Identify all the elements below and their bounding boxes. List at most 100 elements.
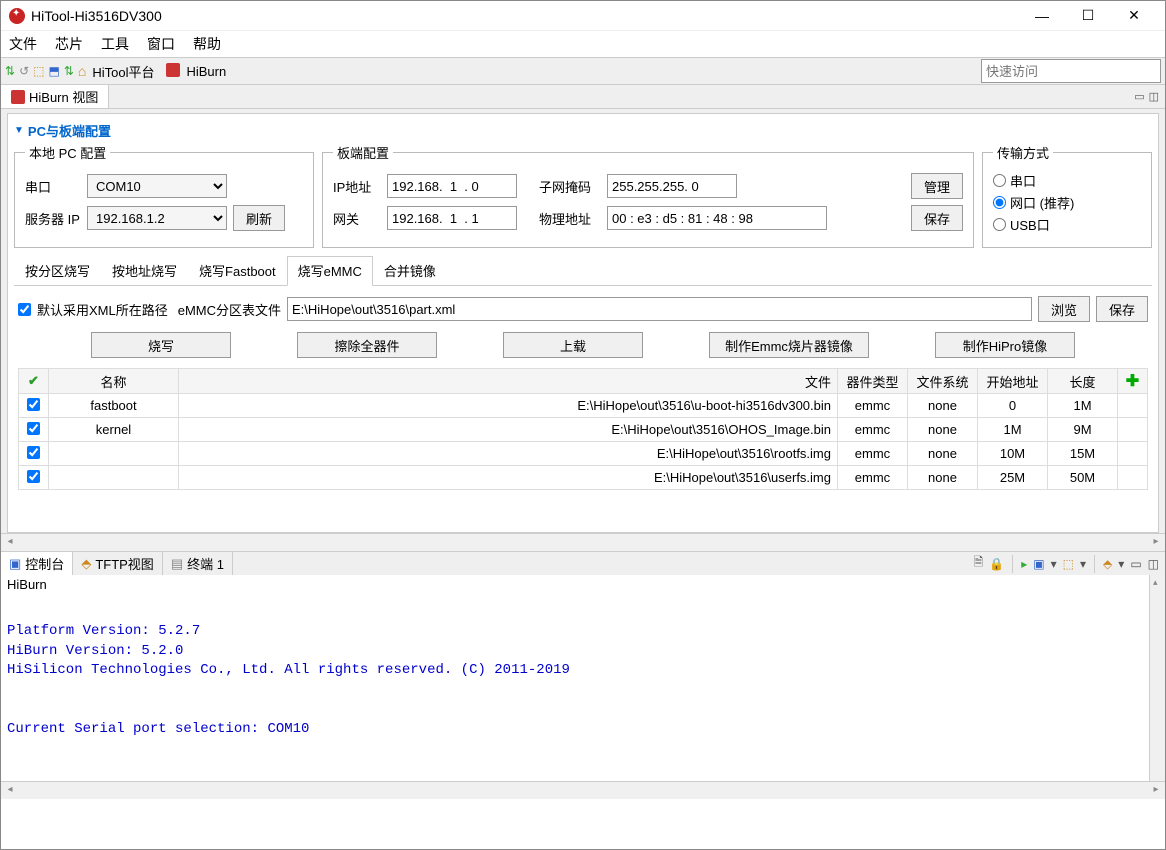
tb-hiburn[interactable]: HiBurn (186, 64, 226, 79)
menu-chip[interactable]: 芯片 (55, 34, 83, 54)
hiburn-tab-icon (11, 90, 25, 104)
tb-hitool-platform[interactable]: HiTool平台 (92, 62, 154, 81)
xml-path-checkbox[interactable] (18, 303, 31, 316)
console-tb-dropdown-2[interactable]: ▾ (1080, 557, 1086, 571)
tab-fastboot[interactable]: 烧写Fastboot (188, 256, 287, 285)
tb-icon-5[interactable]: ⇅ (64, 64, 74, 78)
tab-by-partition[interactable]: 按分区烧写 (14, 256, 101, 285)
inner-panel: ▼ PC与板端配置 本地 PC 配置 串口 COM10 服务器 IP 192.1… (7, 113, 1159, 533)
tb-home-icon[interactable]: ⌂ (78, 63, 86, 79)
table-row[interactable]: kernelE:\HiHope\out\3516\OHOS_Image.bine… (19, 418, 1148, 442)
row-checkbox[interactable] (27, 422, 40, 435)
maximize-view-icon[interactable]: ◫ (1149, 90, 1159, 103)
console-tb-icon-4[interactable]: ▣ (1033, 557, 1044, 571)
board-config-fieldset: 板端配置 IP地址 子网掩码 管理 网关 物理地址 保存 (322, 143, 974, 248)
radio-serial-label: 串口 (1010, 171, 1036, 190)
window-controls: — ☐ ✕ (1019, 1, 1157, 31)
ip-label: IP地址 (333, 177, 381, 196)
bottom-tab-tftp[interactable]: ⬘ TFTP视图 (73, 552, 163, 575)
maximize-button[interactable]: ☐ (1065, 1, 1111, 31)
upload-button[interactable]: 上载 (503, 332, 643, 358)
quick-access (981, 59, 1161, 83)
menu-help[interactable]: 帮助 (193, 34, 221, 54)
console-tb-icon-1[interactable]: 🗎 (974, 553, 984, 574)
emmc-save-button[interactable]: 保存 (1096, 296, 1148, 322)
server-ip-label: 服务器 IP (25, 209, 81, 228)
toolbar: ⇅ ↺ ⬚ ⬒ ⇅ ⌂ HiTool平台 HiBurn (1, 57, 1165, 85)
bottom-tab-terminal[interactable]: ▤ 终端 1 (163, 552, 233, 575)
console-maximize-icon[interactable]: ◫ (1148, 557, 1159, 571)
console-vscroll[interactable] (1149, 575, 1165, 781)
tb-icon-3[interactable]: ⬚ (33, 64, 44, 78)
radio-serial[interactable] (993, 174, 1006, 187)
row-checkbox[interactable] (27, 398, 40, 411)
console-tb-icon-3[interactable]: ▸ (1021, 557, 1027, 571)
serial-label: 串口 (25, 177, 81, 196)
check-all-icon[interactable]: ✔ (28, 373, 39, 388)
manage-button[interactable]: 管理 (911, 173, 963, 199)
minimize-view-icon[interactable]: ▭ (1134, 90, 1144, 103)
radio-usb[interactable] (993, 218, 1006, 231)
console-minimize-icon[interactable]: ▭ (1130, 557, 1141, 571)
section-header-pc-board[interactable]: ▼ PC与板端配置 (14, 118, 1152, 143)
subnet-label: 子网掩码 (539, 177, 601, 196)
bottom-tab-console[interactable]: ▣ 控制台 (1, 552, 73, 575)
mac-input[interactable] (607, 206, 827, 230)
config-row: 本地 PC 配置 串口 COM10 服务器 IP 192.168.1.2 刷新 (14, 143, 1152, 248)
make-hipro-image-button[interactable]: 制作HiPro镜像 (935, 332, 1075, 358)
view-tab-hiburn[interactable]: HiBurn 视图 (1, 85, 109, 108)
make-emmc-image-button[interactable]: 制作Emmc烧片器镜像 (709, 332, 869, 358)
console-tb-dropdown-3[interactable]: ▾ (1118, 557, 1124, 571)
cell-file: E:\HiHope\out\3516\OHOS_Image.bin (179, 418, 838, 442)
view-tabs-bar: HiBurn 视图 ▭ ◫ (1, 85, 1165, 109)
serial-select[interactable]: COM10 (87, 174, 227, 198)
menu-window[interactable]: 窗口 (147, 34, 175, 54)
row-checkbox[interactable] (27, 446, 40, 459)
cell-device-type: emmc (838, 418, 908, 442)
gateway-label: 网关 (333, 209, 381, 228)
console-tb-dropdown-1[interactable]: ▾ (1051, 557, 1057, 571)
table-row[interactable]: E:\HiHope\out\3516\userfs.imgemmcnone25M… (19, 466, 1148, 490)
gateway-input[interactable] (387, 206, 517, 230)
menu-file[interactable]: 文件 (9, 34, 37, 54)
th-file: 文件 (179, 369, 838, 394)
minimize-button[interactable]: — (1019, 1, 1065, 31)
th-length: 长度 (1048, 369, 1118, 394)
cell-actions (1118, 418, 1148, 442)
subnet-input[interactable] (607, 174, 737, 198)
cell-length: 9M (1048, 418, 1118, 442)
row-checkbox[interactable] (27, 470, 40, 483)
burn-button[interactable]: 烧写 (91, 332, 231, 358)
table-row[interactable]: E:\HiHope\out\3516\rootfs.imgemmcnone10M… (19, 442, 1148, 466)
tab-by-address[interactable]: 按地址烧写 (101, 256, 188, 285)
partition-file-input[interactable] (287, 297, 1032, 321)
cell-device-type: emmc (838, 466, 908, 490)
main-hscroll[interactable]: ◂▸ (1, 533, 1165, 551)
tab-merge[interactable]: 合并镜像 (373, 256, 447, 285)
tftp-tab-icon: ⬘ (81, 556, 91, 572)
browse-button[interactable]: 浏览 (1038, 296, 1090, 322)
transfer-legend: 传输方式 (993, 143, 1053, 162)
console-tb-icon-5[interactable]: ⬚ (1063, 557, 1074, 571)
close-button[interactable]: ✕ (1111, 1, 1157, 31)
menu-tools[interactable]: 工具 (101, 34, 129, 54)
radio-network[interactable] (993, 196, 1006, 209)
table-row[interactable]: fastbootE:\HiHope\out\3516\u-boot-hi3516… (19, 394, 1148, 418)
th-name: 名称 (49, 369, 179, 394)
console-tb-icon-2[interactable]: 🔒 (989, 557, 1004, 571)
tb-icon-4[interactable]: ⬒ (48, 64, 59, 78)
console-tb-icon-6[interactable]: ⬘ (1103, 557, 1112, 571)
server-ip-select[interactable]: 192.168.1.2 (87, 206, 227, 230)
refresh-button[interactable]: 刷新 (233, 205, 285, 231)
tb-icon-1[interactable]: ⇅ (5, 64, 15, 78)
add-row-icon[interactable]: ✚ (1126, 373, 1139, 390)
ip-input[interactable] (387, 174, 517, 198)
tb-hiburn-icon (166, 63, 180, 80)
terminal-tab-label: 终端 1 (187, 554, 224, 573)
quick-access-input[interactable] (981, 59, 1161, 83)
erase-all-button[interactable]: 擦除全器件 (297, 332, 437, 358)
tb-icon-2[interactable]: ↺ (19, 64, 29, 78)
board-save-button[interactable]: 保存 (911, 205, 963, 231)
bottom-hscroll[interactable]: ◂▸ (1, 781, 1165, 799)
tab-emmc[interactable]: 烧写eMMC (287, 256, 373, 286)
